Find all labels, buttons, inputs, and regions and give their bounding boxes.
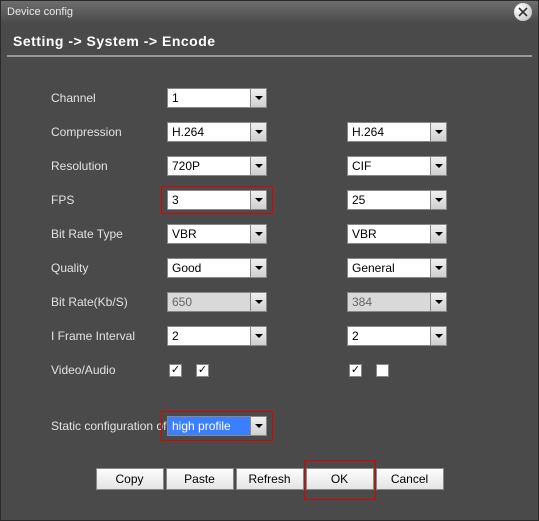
- chevron-down-icon: [250, 259, 266, 277]
- bitrate-type-main-select[interactable]: VBR: [167, 224, 267, 244]
- label-quality: Quality: [51, 261, 167, 275]
- fps-main-select[interactable]: 3: [167, 190, 267, 210]
- titlebar: Device config: [1, 1, 538, 23]
- chevron-down-icon: [430, 225, 446, 243]
- paste-button[interactable]: Paste: [166, 468, 234, 490]
- chevron-down-icon: [250, 293, 266, 311]
- ok-button[interactable]: OK: [306, 468, 374, 490]
- chevron-down-icon: [430, 293, 446, 311]
- chevron-down-icon: [430, 327, 446, 345]
- label-channel: Channel: [51, 91, 167, 105]
- bitrate-sub-select: 384: [347, 292, 447, 312]
- label-iframe: I Frame Interval: [51, 329, 167, 343]
- chevron-down-icon: [250, 417, 266, 435]
- label-bitrate-type: Bit Rate Type: [51, 227, 167, 241]
- bitrate-type-sub-select[interactable]: VBR: [347, 224, 447, 244]
- window-title: Device config: [7, 6, 514, 18]
- audio-main-checkbox[interactable]: [196, 364, 209, 377]
- label-static-cfg: Static configuration of: [51, 419, 167, 433]
- refresh-button[interactable]: Refresh: [236, 468, 304, 490]
- chevron-down-icon: [430, 123, 446, 141]
- video-sub-checkbox[interactable]: [349, 364, 362, 377]
- chevron-down-icon: [430, 191, 446, 209]
- channel-select[interactable]: 1: [167, 88, 267, 108]
- quality-main-select[interactable]: Good: [167, 258, 267, 278]
- cancel-button[interactable]: Cancel: [376, 468, 444, 490]
- chevron-down-icon: [250, 225, 266, 243]
- close-icon: [518, 7, 528, 17]
- label-video-audio: Video/Audio: [51, 363, 167, 377]
- button-row: Copy Paste Refresh OK Cancel: [1, 468, 538, 490]
- compression-main-select[interactable]: H.264: [167, 122, 267, 142]
- static-config-select[interactable]: high profile: [167, 416, 267, 436]
- bitrate-main-select: 650: [167, 292, 267, 312]
- iframe-main-select[interactable]: 2: [167, 326, 267, 346]
- breadcrumb: Setting -> System -> Encode: [7, 29, 532, 57]
- chevron-down-icon: [250, 191, 266, 209]
- quality-sub-select[interactable]: General: [347, 258, 447, 278]
- label-bitrate: Bit Rate(Kb/S): [51, 295, 167, 309]
- chevron-down-icon: [250, 123, 266, 141]
- label-fps: FPS: [51, 193, 167, 207]
- copy-button[interactable]: Copy: [96, 468, 164, 490]
- chevron-down-icon: [250, 327, 266, 345]
- label-compression: Compression: [51, 125, 167, 139]
- compression-sub-select[interactable]: H.264: [347, 122, 447, 142]
- iframe-sub-select[interactable]: 2: [347, 326, 447, 346]
- audio-sub-checkbox[interactable]: [376, 364, 389, 377]
- device-config-window: Device config Setting -> System -> Encod…: [0, 0, 539, 521]
- resolution-main-select[interactable]: 720P: [167, 156, 267, 176]
- fps-sub-select[interactable]: 25: [347, 190, 447, 210]
- form-body: Channel 1 Compression H.264 H.264 Resolu…: [1, 57, 538, 459]
- chevron-down-icon: [250, 157, 266, 175]
- label-resolution: Resolution: [51, 159, 167, 173]
- close-button[interactable]: [514, 3, 532, 21]
- chevron-down-icon: [250, 89, 266, 107]
- chevron-down-icon: [430, 259, 446, 277]
- video-main-checkbox[interactable]: [169, 364, 182, 377]
- resolution-sub-select[interactable]: CIF: [347, 156, 447, 176]
- chevron-down-icon: [430, 157, 446, 175]
